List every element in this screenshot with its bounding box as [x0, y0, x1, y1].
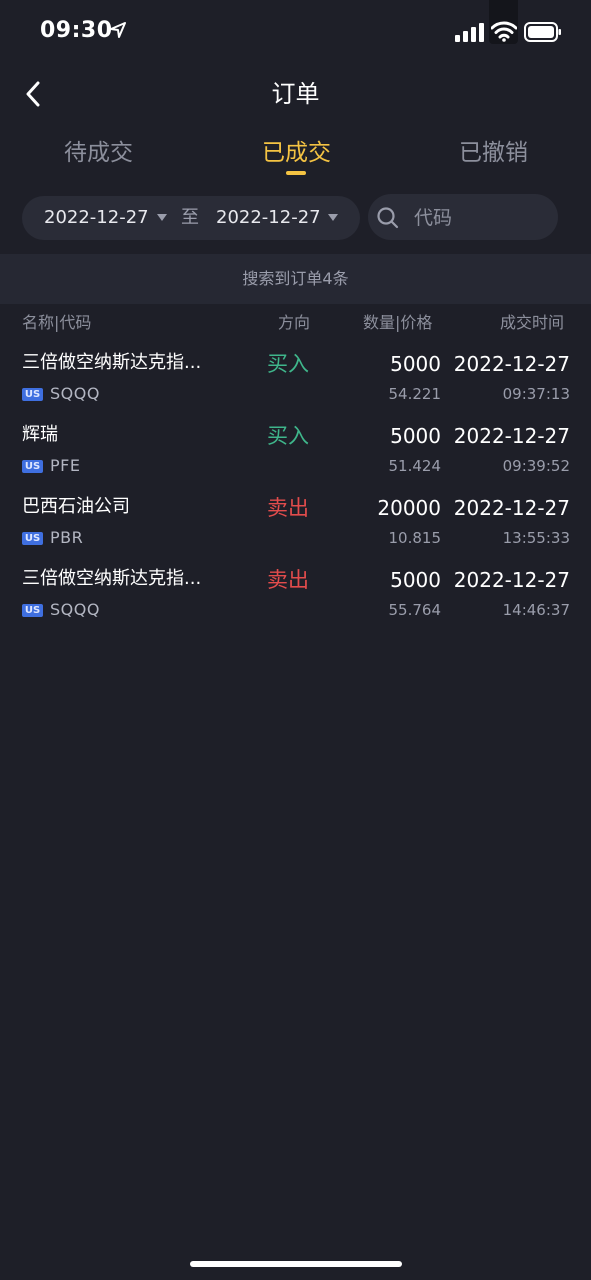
battery-icon — [524, 22, 561, 42]
order-date: 2022-12-27 — [453, 496, 570, 520]
market-badge: US — [22, 388, 43, 401]
date-separator: 至 — [181, 207, 199, 228]
active-tab-indicator — [286, 171, 306, 175]
page-title: 订单 — [271, 80, 320, 108]
order-quantity: 20000 — [377, 496, 441, 520]
order-direction: 卖出 — [267, 568, 309, 592]
market-badge: US — [22, 532, 43, 545]
wifi-icon — [491, 21, 517, 42]
stock-name: 三倍做空纳斯达克指... — [22, 568, 202, 589]
order-price: 51.424 — [388, 457, 442, 475]
tab-filled[interactable]: 已成交 — [262, 136, 331, 170]
orders-screen: 09:30 订单 待成交 已成交 已撤销 2022-12-27 至 2022-1… — [0, 0, 591, 1280]
order-direction: 买入 — [267, 352, 309, 376]
order-quantity: 5000 — [390, 424, 441, 448]
order-price: 55.764 — [388, 601, 442, 619]
order-time: 13:55:33 — [502, 529, 570, 547]
start-date-select[interactable]: 2022-12-27 — [44, 206, 149, 230]
order-direction: 买入 — [267, 424, 309, 448]
search-icon — [377, 207, 399, 229]
column-header-qty-price: 数量|价格 — [363, 313, 433, 332]
order-time: 14:46:37 — [502, 601, 570, 619]
stock-code: SQQQ — [50, 384, 100, 403]
tab-cancelled[interactable]: 已撤销 — [459, 136, 528, 170]
order-row[interactable]: 辉瑞 US PFE 买入 5000 51.424 2022-12-27 09:3… — [0, 422, 591, 494]
stock-code: PBR — [50, 528, 84, 547]
tab-pending[interactable]: 待成交 — [64, 136, 133, 170]
market-badge: US — [22, 604, 43, 617]
market-badge: US — [22, 460, 43, 473]
stock-name: 辉瑞 — [22, 424, 58, 445]
signal-icon — [455, 23, 484, 42]
order-row[interactable]: 巴西石油公司 US PBR 卖出 20000 10.815 2022-12-27… — [0, 494, 591, 566]
stock-code: SQQQ — [50, 600, 100, 619]
end-date-select[interactable]: 2022-12-27 — [216, 206, 321, 230]
column-header-time: 成交时间 — [500, 313, 565, 332]
order-price: 10.815 — [388, 529, 442, 547]
order-date: 2022-12-27 — [453, 424, 570, 448]
stock-name: 巴西石油公司 — [22, 496, 130, 517]
stock-code: PFE — [50, 456, 81, 475]
column-header-direction: 方向 — [278, 313, 311, 332]
order-row[interactable]: 三倍做空纳斯达克指... US SQQQ 卖出 5000 55.764 2022… — [0, 566, 591, 638]
order-row[interactable]: 三倍做空纳斯达克指... US SQQQ 买入 5000 54.221 2022… — [0, 350, 591, 422]
caret-down-icon — [328, 214, 338, 221]
result-count: 搜索到订单4条 — [242, 269, 349, 288]
order-direction: 卖出 — [267, 496, 309, 520]
order-date: 2022-12-27 — [453, 352, 570, 376]
order-time: 09:37:13 — [502, 385, 570, 403]
order-date: 2022-12-27 — [453, 568, 570, 592]
order-price: 54.221 — [388, 385, 442, 403]
caret-down-icon — [157, 214, 167, 221]
order-quantity: 5000 — [390, 568, 441, 592]
status-time: 09:30 — [40, 18, 113, 43]
stock-name: 三倍做空纳斯达克指... — [22, 352, 202, 373]
column-header-name-code: 名称|代码 — [22, 313, 92, 332]
search-input[interactable] — [412, 200, 546, 236]
location-arrow-icon — [110, 22, 126, 38]
order-quantity: 5000 — [390, 352, 441, 376]
order-time: 09:39:52 — [502, 457, 570, 475]
home-indicator[interactable] — [190, 1261, 402, 1267]
